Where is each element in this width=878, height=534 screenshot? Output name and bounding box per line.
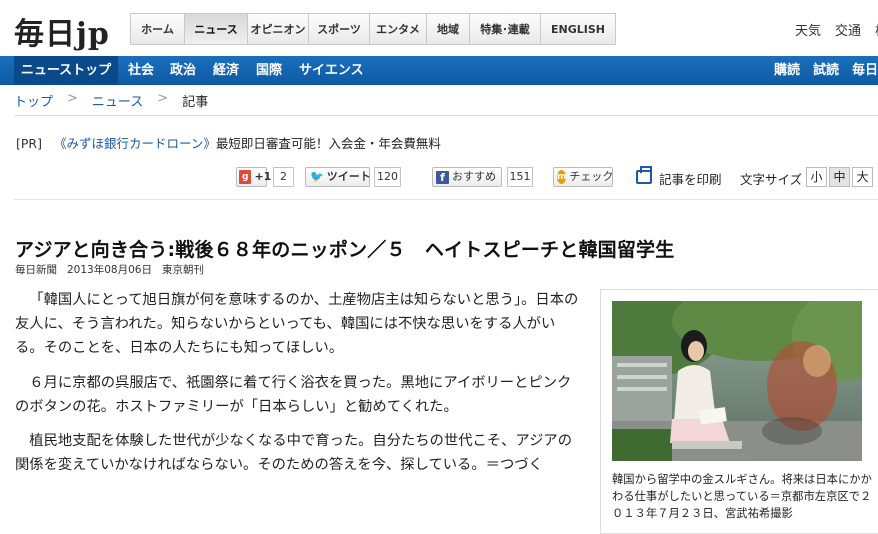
- site-header: 毎日jp ホーム ニュース オピニオン スポーツ エンタメ 地域 特集･連載 E…: [0, 0, 878, 56]
- pr-label: [PR]: [16, 136, 42, 151]
- print-article-link[interactable]: 記事を印刷: [659, 169, 722, 188]
- font-size-small-button[interactable]: 小: [806, 167, 827, 187]
- breadcrumb-separator: >: [157, 91, 169, 106]
- pr-ad-text[interactable]: 最短即日審査可能！入会金・年会費無料: [216, 136, 441, 151]
- facebook-label: おすすめ: [452, 170, 496, 183]
- global-nav: ホーム ニュース オピニオン スポーツ エンタメ 地域 特集･連載 ENGLIS…: [130, 13, 616, 45]
- font-size-medium-button[interactable]: 中: [829, 167, 850, 187]
- breadcrumb: トップ > ニュース > 記事: [14, 91, 208, 110]
- article-body: 「韓国人にとって旭日旗が何を意味するのか、土産物店主は知らないと思う」。日本の友…: [15, 288, 580, 487]
- section-international[interactable]: 国際: [256, 56, 282, 85]
- nav-tab-opinion[interactable]: オピニオン: [248, 13, 309, 45]
- twitter-icon: 🐦: [310, 170, 324, 183]
- section-politics[interactable]: 政治: [170, 56, 196, 85]
- article-date: 2013年08月06日: [67, 264, 152, 276]
- mixi-icon: m: [557, 170, 567, 184]
- facebook-recommend-button[interactable]: f おすすめ: [432, 167, 502, 187]
- article-edition: 東京朝刊: [161, 264, 204, 276]
- section-economy[interactable]: 経済: [213, 56, 239, 85]
- nav-tab-region[interactable]: 地域: [427, 13, 470, 45]
- tweet-label: ツイート: [326, 170, 371, 183]
- google-plus-count: 2: [273, 167, 294, 187]
- utility-links: 天気 交通 株: [795, 20, 878, 39]
- nav-tab-sports[interactable]: スポーツ: [309, 13, 370, 45]
- article-meta: 毎日新聞 2013年08月06日 東京朝刊: [15, 262, 204, 277]
- article-source: 毎日新聞: [15, 264, 57, 276]
- mixi-label: チェック: [569, 170, 614, 183]
- google-plus-button[interactable]: g +1: [236, 167, 271, 187]
- nav-tab-entame[interactable]: エンタメ: [370, 13, 427, 45]
- pr-ad: [PR] 《みずほ銀行カードローン》最短即日審査可能！入会金・年会費無料: [16, 133, 441, 152]
- share-toolbar: g +1 2 🐦 ツイート 120 f おすすめ 151 m チェック 記事を印…: [0, 166, 878, 188]
- divider: [14, 199, 878, 200]
- nav-tab-news[interactable]: ニュース: [185, 13, 248, 45]
- pr-ad-link[interactable]: 《みずほ銀行カードローン》: [54, 136, 216, 151]
- tweet-button[interactable]: 🐦 ツイート: [305, 167, 371, 187]
- article-photo-box: 韓国から留学中の金スルギさん。将来は日本にかかわる仕事がしたいと思っている＝京都…: [600, 289, 878, 534]
- nav-tab-home[interactable]: ホーム: [130, 13, 185, 45]
- subscribe-link[interactable]: 購読: [774, 56, 800, 85]
- section-nav: ニューストップ 社会 政治 経済 国際 サイエンス 購読 試読 毎日新: [0, 56, 878, 85]
- mixi-check-button[interactable]: m チェック: [553, 167, 613, 187]
- breadcrumb-news[interactable]: ニュース: [92, 91, 143, 110]
- font-size-label: 文字サイズ: [740, 172, 803, 187]
- printer-icon[interactable]: [636, 166, 652, 184]
- section-science[interactable]: サイエンス: [299, 56, 364, 85]
- breadcrumb-current: 記事: [182, 95, 209, 110]
- article-photo[interactable]: [612, 301, 862, 461]
- weather-link[interactable]: 天気: [795, 20, 821, 39]
- section-society[interactable]: 社会: [128, 56, 154, 85]
- article-title: アジアと向き合う:戦後６８年のニッポン／５ ヘイトスピーチと韓国留学生: [15, 239, 675, 261]
- divider: [14, 115, 878, 116]
- breadcrumb-separator: >: [67, 91, 78, 106]
- facebook-icon: f: [436, 170, 449, 184]
- site-logo[interactable]: 毎日jp: [14, 9, 110, 53]
- article-paragraph: 「韓国人にとって旭日旗が何を意味するのか、土産物店主は知らないと思う」。日本の友…: [15, 292, 579, 357]
- font-size-large-button[interactable]: 大: [852, 167, 873, 187]
- section-news-top[interactable]: ニューストップ: [14, 56, 118, 85]
- tweet-count: 120: [374, 167, 401, 187]
- photo-caption: 韓国から留学中の金スルギさん。将来は日本にかかわる仕事がしたいと思っている＝京都…: [612, 473, 872, 520]
- traffic-link[interactable]: 交通: [835, 20, 861, 39]
- facebook-count: 151: [507, 167, 533, 187]
- google-plus-icon: g: [239, 170, 252, 184]
- breadcrumb-top[interactable]: トップ: [14, 91, 53, 110]
- mainichi-shinbun-link[interactable]: 毎日新: [852, 56, 878, 85]
- google-plus-label: +1: [254, 170, 272, 183]
- nav-tab-features[interactable]: 特集･連載: [470, 13, 541, 45]
- article-paragraph: ６月に京都の呉服店で、祇園祭に着て行く浴衣を買った。黒地にアイボリーとピンクのボ…: [15, 374, 572, 415]
- trial-link[interactable]: 試読: [813, 56, 839, 85]
- article-paragraph: 植民地支配を体験した世代が少なくなる中で育った。自分たちの世代こそ、アジアの関係…: [15, 433, 573, 474]
- nav-tab-english[interactable]: ENGLISH: [541, 13, 616, 45]
